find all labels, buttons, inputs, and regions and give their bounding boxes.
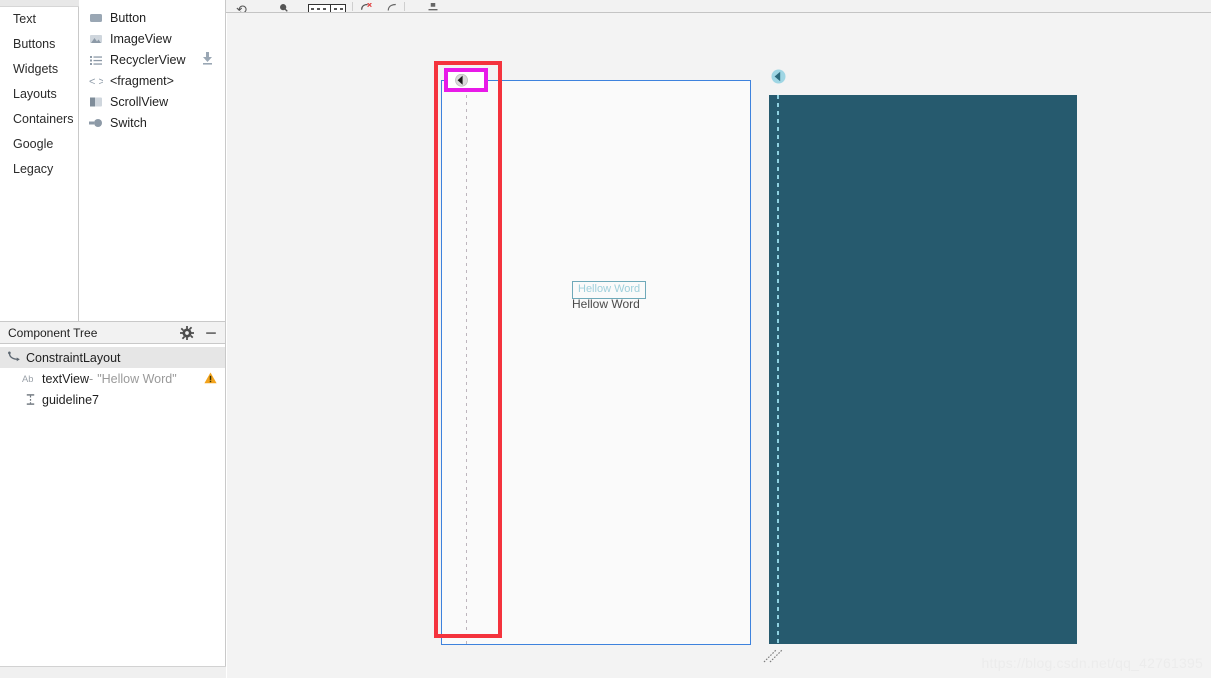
constraintlayout-icon <box>6 350 22 366</box>
palette-category-text[interactable]: Text <box>0 7 78 32</box>
device-size-icon[interactable] <box>307 0 346 12</box>
design-toolbar: ⟲ <box>226 0 1211 13</box>
tree-node-label: guideline7 <box>42 392 99 407</box>
design-surface-preview[interactable] <box>441 80 751 645</box>
warning-icon[interactable] <box>204 372 217 384</box>
zoom-glass-icon <box>279 4 288 12</box>
palette-item-label: <fragment> <box>110 73 174 88</box>
watermark-text: https://blog.csdn.net/qq_42761395 <box>981 655 1203 671</box>
clear-constraints-icon[interactable] <box>359 0 374 12</box>
palette-category-widgets[interactable]: Widgets <box>0 57 78 82</box>
palette-item-label: Switch <box>110 115 147 130</box>
tree-node-constraintlayout[interactable]: ConstraintLayout <box>0 347 225 368</box>
palette-item-list[interactable]: Button ImageView RecyclerView < > <fragm… <box>79 0 225 321</box>
palette-item-label: ImageView <box>110 31 172 46</box>
palette-item-switch[interactable]: Switch <box>79 112 225 133</box>
imageview-icon <box>89 32 103 46</box>
tree-node-label: ConstraintLayout <box>26 350 121 365</box>
tree-node-textview[interactable]: Ab textView - "Hellow Word" <box>0 368 225 389</box>
component-tree-panel: Component Tree ConstraintLayout Ab textV… <box>0 322 225 678</box>
guideline-orientation-handle-icon[interactable] <box>454 73 469 87</box>
component-tree-body[interactable]: ConstraintLayout Ab textView - "Hellow W… <box>0 344 225 410</box>
tree-node-guideline7[interactable]: guideline7 <box>0 389 225 410</box>
palette-item-label: Button <box>110 10 147 25</box>
tree-node-value: "Hellow Word" <box>97 371 177 386</box>
toolbar-separator <box>351 2 353 11</box>
vertical-guideline-design[interactable] <box>466 81 467 645</box>
device-size-box <box>307 4 346 12</box>
tree-node-label: textView <box>42 371 90 386</box>
textview-icon: Ab <box>22 371 38 387</box>
palette-item-label: ScrollView <box>110 94 169 109</box>
clear-constraints-glyph <box>360 3 372 10</box>
guideline-icon <box>22 392 38 408</box>
autoconnect-glyph <box>387 3 396 11</box>
palette-category-label: Legacy <box>13 162 54 176</box>
palette-category-label: Layouts <box>13 87 57 101</box>
scrollview-icon <box>89 95 103 109</box>
switch-icon <box>89 116 103 130</box>
palette-category-buttons[interactable]: Buttons <box>0 32 78 57</box>
autoconnect-icon[interactable] <box>386 0 398 12</box>
palette-item-imageview[interactable]: ImageView <box>79 28 225 49</box>
button-icon <box>89 11 103 25</box>
palette-item-label: RecyclerView <box>110 52 186 67</box>
svg-text:< >: < > <box>89 76 103 88</box>
align-icon[interactable] <box>427 0 439 12</box>
palette-category-label: Widgets <box>13 62 59 76</box>
recyclerview-icon <box>89 53 103 67</box>
design-preview-text: Hellow Word <box>572 297 640 311</box>
blueprint-resize-handle-icon[interactable] <box>762 642 784 664</box>
palette-item-fragment[interactable]: < > <fragment> <box>79 70 225 91</box>
zoom-icon[interactable] <box>277 0 290 12</box>
left-panel-bottom-strip <box>0 666 226 678</box>
android-studio-layout-editor: ⟲ Text Buttons Widgets Layouts Container… <box>0 0 1211 678</box>
undo-icon[interactable]: ⟲ <box>236 0 247 12</box>
component-tree-header: Component Tree <box>0 322 225 344</box>
align-glyph <box>428 3 438 11</box>
component-tree-title: Component Tree <box>8 325 98 340</box>
vertical-guideline-blueprint[interactable] <box>777 95 779 644</box>
palette-category-label: Google <box>13 137 54 151</box>
palette-item-scrollview[interactable]: ScrollView <box>79 91 225 112</box>
palette-item-button[interactable]: Button <box>79 7 225 28</box>
design-canvas[interactable]: Hellow Word Hellow Word https://blog.csd… <box>227 13 1211 678</box>
svg-text:Ab: Ab <box>22 374 33 384</box>
palette-category-google[interactable]: Google <box>0 132 78 157</box>
fragment-icon: < > <box>89 74 105 88</box>
blueprint-guideline-handle-icon[interactable] <box>771 69 786 84</box>
palette-category-label: Buttons <box>13 37 56 51</box>
palette-category-list[interactable]: Text Buttons Widgets Layouts Containers … <box>0 0 79 321</box>
palette-panel: Text Buttons Widgets Layouts Containers … <box>0 0 225 322</box>
palette-category-containers[interactable]: Containers <box>0 107 78 132</box>
minimize-icon[interactable] <box>203 325 219 341</box>
palette-item-recyclerview[interactable]: RecyclerView <box>79 49 225 70</box>
blueprint-textview-widget[interactable]: Hellow Word <box>572 281 647 299</box>
palette-category-layouts[interactable]: Layouts <box>0 82 78 107</box>
gear-icon[interactable] <box>179 325 195 341</box>
download-icon[interactable] <box>202 52 213 65</box>
palette-category-label: Text <box>13 12 36 26</box>
blueprint-surface-preview[interactable] <box>769 95 1077 644</box>
palette-category-label: Containers <box>13 112 74 126</box>
left-panel: Text Buttons Widgets Layouts Containers … <box>0 0 226 678</box>
tree-node-suffix: - <box>89 371 94 386</box>
toolbar-separator <box>403 2 405 11</box>
palette-category-legacy[interactable]: Legacy <box>0 157 78 182</box>
